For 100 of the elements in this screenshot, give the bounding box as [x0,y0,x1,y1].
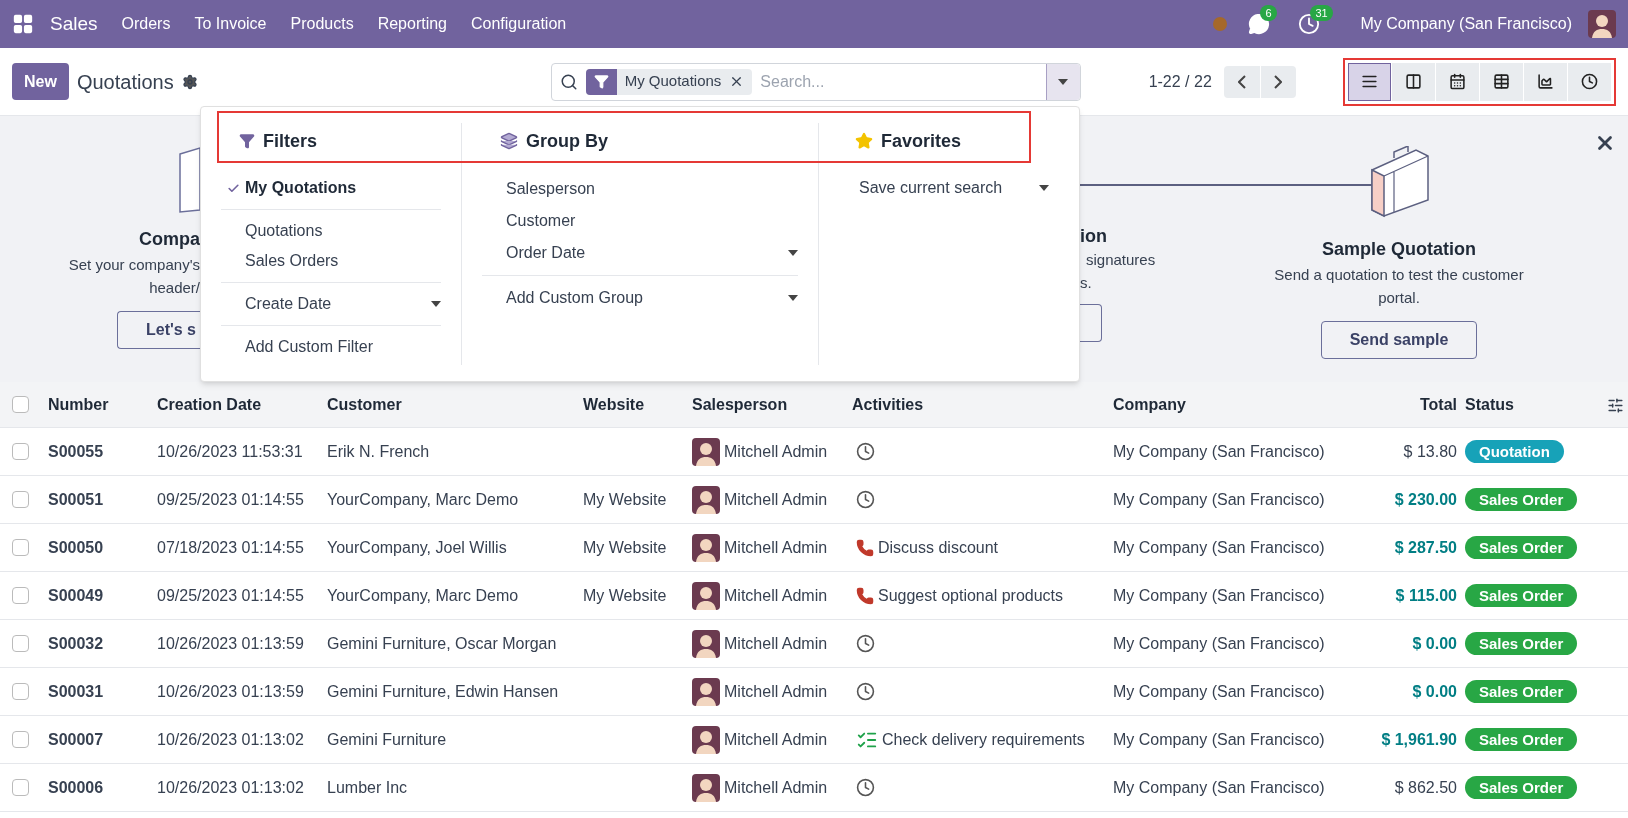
column-header[interactable]: Website [583,392,692,417]
step-title: Sample Quotation [1322,238,1476,261]
column-header[interactable]: Number [48,392,157,417]
row-checkbox[interactable] [12,539,29,556]
group-by-option[interactable]: Order Date [482,237,798,269]
view-switch-button[interactable] [1392,62,1435,101]
table-cell-text: 10/26/2023 01:13:02 [157,729,305,750]
table-cell-text: $ 230.00 [1393,489,1457,510]
menu-item[interactable]: Products [290,12,354,36]
row-checkbox[interactable] [12,635,29,652]
table-cell-text: $ 0.00 [1411,633,1457,654]
clock-icon[interactable] [856,682,875,701]
table-row[interactable]: S00050 07/18/2023 01:14:55 YourCompany, Joel Willis My Website Mitchell Admin Discuss discount My Company (San Francisco) $ 287.50 Sales Order [0,524,1628,572]
step-button[interactable]: Send sample [1320,321,1478,359]
view-switch-button[interactable] [1524,62,1567,101]
table-cell-text: S00055 [48,441,105,462]
clock-icon[interactable] [856,442,875,461]
settings-icon[interactable] [181,73,198,90]
status-badge: Sales Order [1465,775,1578,799]
next-page-button[interactable] [1259,65,1296,98]
row-checkbox[interactable] [12,443,29,460]
previous-page-button[interactable] [1223,65,1260,98]
clock-icon[interactable] [856,490,875,509]
table-cell-text: $ 115.00 [1394,585,1457,606]
table-cell-text: S00050 [48,537,105,558]
page-title: Quotations [76,69,174,95]
table-cell-text: YourCompany, Marc Demo [327,585,520,606]
view-switch-button[interactable] [1568,62,1611,101]
table-cell-text: $ 862.50 [1393,777,1457,798]
table-row[interactable]: S00007 10/26/2023 01:13:02 Gemini Furniture Mitchell Admin Check delivery requirements My Company (San Francisco) $ 1,961.90 Sales Order [0,716,1628,764]
group-by-option[interactable]: Customer [482,205,798,237]
new-button[interactable]: New [12,63,69,100]
column-header[interactable]: Salesperson [692,392,852,417]
table-row[interactable]: S00006 10/26/2023 01:13:02 Lumber Inc Mitchell Admin My Company (San Francisco) $ 862.50 Sales Order [0,764,1628,812]
table-cell-text: 09/25/2023 01:14:55 [157,489,305,510]
status-badge: Quotation [1465,439,1564,463]
company-name[interactable]: My Company (San Francisco) [1360,12,1572,36]
table-row[interactable]: S00055 10/26/2023 11:53:31 Erik N. French Mitchell Admin My Company (San Francisco) $ 13.80 Quotation [0,428,1628,476]
select-all-checkbox[interactable] [12,396,29,413]
row-checkbox[interactable] [12,491,29,508]
table-cell-text: 09/25/2023 01:14:55 [157,585,305,606]
calendar-icon [1449,73,1466,90]
view-switch-button[interactable] [1348,62,1391,101]
search-facet[interactable]: My Quotations [585,68,753,95]
column-header[interactable]: Activities [852,392,1113,417]
apps-menu-icon[interactable] [12,13,34,35]
status-badge: Sales Order [1465,631,1578,655]
favorite-option[interactable]: Save current search [839,173,1059,203]
table-row[interactable]: S00031 10/26/2023 01:13:59 Gemini Furniture, Edwin Hansen Mitchell Admin My Company (San Francisco) $ 0.00 Sales Order [0,668,1628,716]
table-cell-text: Gemini Furniture, Oscar Morgan [327,633,558,654]
table-row[interactable]: S00032 10/26/2023 01:13:59 Gemini Furniture, Oscar Morgan Mitchell Admin My Company (San Francisco) $ 0.00 Sales Order [0,620,1628,668]
menu-item[interactable]: To Invoice [194,12,267,36]
column-header[interactable]: Status [1457,392,1628,417]
list-icon [1361,73,1378,90]
search-options-toggle[interactable] [1045,63,1080,100]
activity-text: Discuss discount [878,537,999,558]
filter-icon [239,133,255,149]
column-header[interactable]: Customer [327,392,583,417]
column-settings-icon[interactable] [1607,397,1624,414]
menu-item[interactable]: Orders [121,12,171,36]
caret-icon [1058,78,1069,85]
status-badge: Sales Order [1465,727,1578,751]
table-cell-text: Gemini Furniture [327,729,448,750]
phone-icon[interactable] [856,538,874,557]
phone-icon[interactable] [856,586,874,605]
search-field[interactable]: My Quotations Search... [550,62,1081,101]
row-checkbox[interactable] [12,587,29,604]
view-switch-button[interactable] [1436,62,1479,101]
row-checkbox[interactable] [12,779,29,796]
column-header[interactable]: Total [1350,392,1457,417]
group-by-option[interactable]: Add Custom Group [482,282,798,314]
row-checkbox[interactable] [12,683,29,700]
clock-icon[interactable] [856,778,875,797]
app-name[interactable]: Sales [50,9,98,39]
status-badge: Sales Order [1465,487,1578,511]
table-cell-text: My Company (San Francisco) [1113,585,1326,606]
step-description: portal. [1378,288,1420,308]
filter-option[interactable]: Create Date [221,289,441,319]
row-checkbox[interactable] [12,731,29,748]
step-title: Compa [139,228,200,251]
clock-icon [1581,73,1598,90]
view-switch-button[interactable] [1480,62,1523,101]
table-cell-text: My Website [583,489,668,510]
menu-item[interactable]: Reporting [377,12,447,36]
table-cell-text: Mitchell Admin [724,729,828,750]
filter-option[interactable]: My Quotations [221,173,441,203]
column-header[interactable]: Creation Date [157,392,327,417]
table-cell-text: Mitchell Admin [724,777,828,798]
search-input[interactable]: Search... [760,69,1046,94]
table-row[interactable]: S00051 09/25/2023 01:14:55 YourCompany, Marc Demo My Website Mitchell Admin My Company (San Francisco) $ 230.00 Sales Order [0,476,1628,524]
clock-icon[interactable] [856,634,875,653]
filter-option[interactable]: Add Custom Filter [221,332,441,362]
filter-option[interactable]: Sales Orders [221,246,441,276]
column-header[interactable]: Company [1113,392,1350,417]
pager-value[interactable]: 1-22 / 22 [1148,69,1212,94]
menu-item[interactable]: Configuration [471,12,567,36]
status-badge: Sales Order [1465,535,1578,559]
group-by-option[interactable]: Salesperson [482,173,798,205]
table-row[interactable]: S00049 09/25/2023 01:14:55 YourCompany, Marc Demo My Website Mitchell Admin Suggest optional products My Company (San Francisco) $ 115.00 Sales Order [0,572,1628,620]
filter-option[interactable]: Quotations [221,216,441,246]
